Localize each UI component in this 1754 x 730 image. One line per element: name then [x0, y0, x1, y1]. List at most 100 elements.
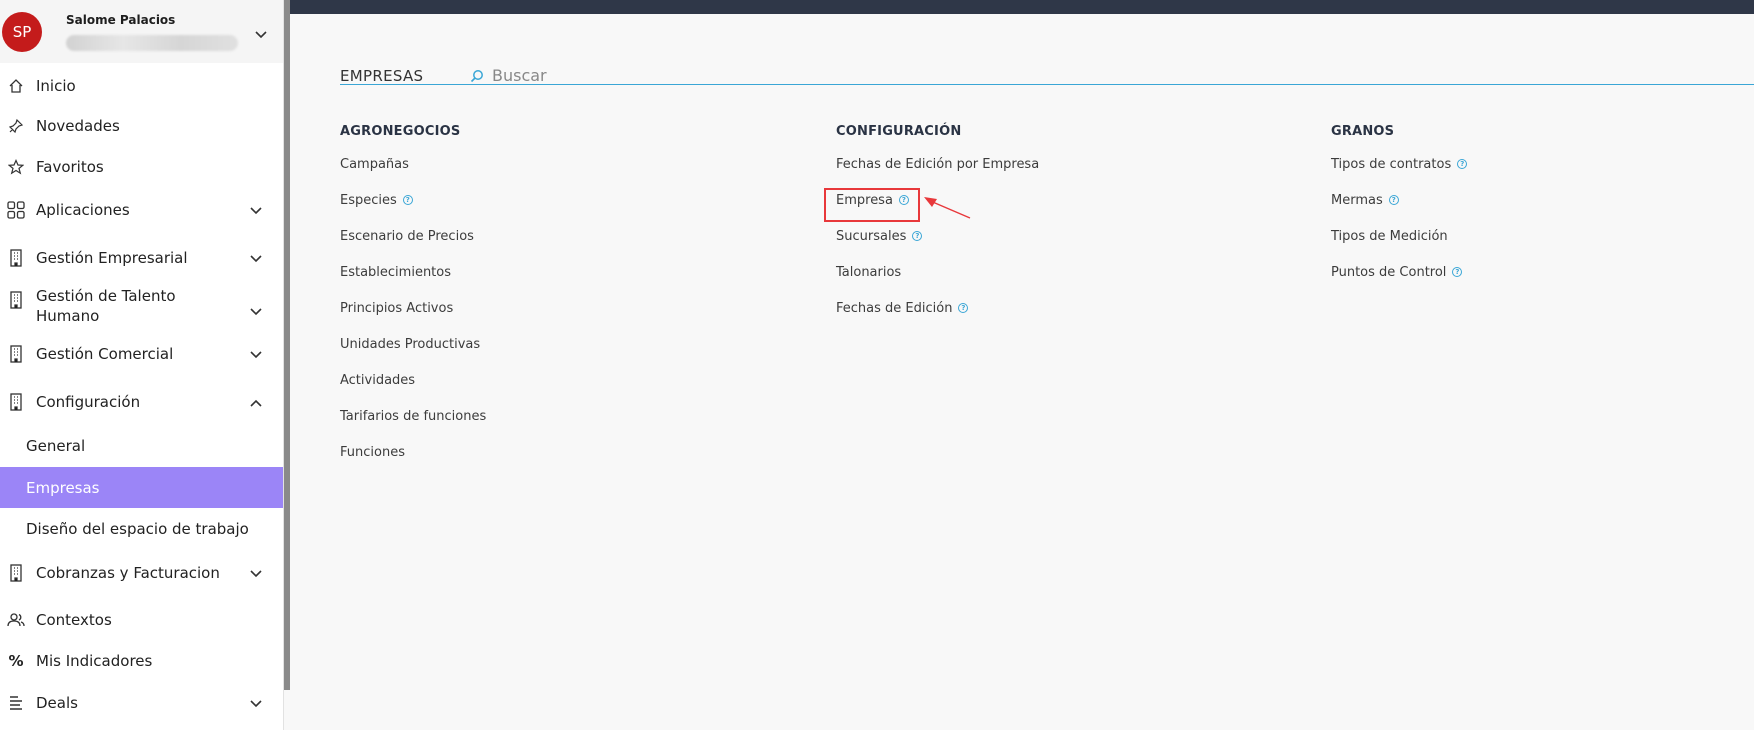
link-sucursales[interactable]: Sucursales? — [836, 216, 1039, 256]
sidebar-item-gestion-empresarial[interactable]: Gestión Empresarial — [0, 244, 283, 272]
chevron-down-icon[interactable] — [250, 249, 262, 267]
sidebar-subitem-empresas[interactable]: Empresas — [0, 467, 283, 508]
help-icon[interactable]: ? — [1388, 195, 1399, 205]
user-name: Salome Palacios — [66, 12, 176, 27]
link-talonarios[interactable]: Talonarios — [836, 252, 1039, 292]
building-icon — [6, 392, 26, 412]
chevron-up-icon[interactable] — [250, 393, 262, 411]
link-especies[interactable]: Especies? — [340, 180, 486, 220]
user-info: Salome Palacios — [66, 13, 238, 51]
sidebar-item-contextos[interactable]: Contextos — [0, 606, 283, 634]
sidebar-item-favoritos[interactable]: Favoritos — [0, 153, 283, 181]
sidebar-item-label: Novedades — [36, 117, 120, 135]
link-puntos-control[interactable]: Puntos de Control? — [1331, 252, 1467, 292]
link-tipos-medicion[interactable]: Tipos de Medición — [1331, 216, 1467, 256]
annotation-highlight-box — [824, 188, 920, 222]
sidebar-item-label: Inicio — [36, 77, 76, 95]
link-label: Escenario de Precios — [340, 228, 474, 244]
link-actividades[interactable]: Actividades — [340, 360, 486, 400]
help-icon[interactable]: ? — [958, 303, 969, 313]
sidebar-item-cobranzas-facturacion[interactable]: Cobranzas y Facturacion — [0, 559, 283, 587]
sidebar-subitem-diseno-espacio-trabajo[interactable]: Diseño del espacio de trabajo — [0, 515, 283, 543]
pin-icon — [6, 116, 26, 136]
sidebar-item-label: Gestión de Talento Humano — [36, 287, 176, 325]
link-tipos-contratos[interactable]: Tipos de contratos? — [1331, 144, 1468, 184]
building-icon — [6, 248, 26, 268]
sidebar-item-label: Mis Indicadores — [36, 652, 153, 670]
link-fechas-edicion-empresa[interactable]: Fechas de Edición por Empresa — [836, 144, 1039, 184]
link-funciones[interactable]: Funciones — [340, 432, 486, 472]
top-bar — [290, 0, 1754, 14]
link-label: Establecimientos — [340, 264, 452, 280]
sidebar-item-aplicaciones[interactable]: Aplicaciones — [0, 196, 283, 224]
sidebar-item-label: Contextos — [36, 611, 112, 629]
sidebar-item-label: Cobranzas y Facturacion — [36, 564, 220, 582]
page-title: EMPRESAS — [340, 67, 424, 85]
link-label: Tipos de Medición — [1331, 228, 1448, 244]
link-escenario-precios[interactable]: Escenario de Precios — [340, 216, 486, 256]
sidebar: SP Salome Palacios Inicio Novedades Favo… — [0, 0, 284, 730]
help-icon[interactable]: ? — [1452, 267, 1463, 277]
sidebar-item-gestion-comercial[interactable]: Gestión Comercial — [0, 340, 283, 368]
sidebar-scrollbar[interactable] — [284, 0, 290, 690]
link-label: Principios Activos — [340, 300, 454, 316]
star-icon — [6, 157, 26, 177]
link-tarifarios-funciones[interactable]: Tarifarios de funciones — [340, 396, 486, 436]
deals-icon — [6, 693, 26, 713]
search-box[interactable]: Buscar — [470, 66, 547, 85]
annotation-arrow-icon — [924, 197, 971, 219]
link-establecimientos[interactable]: Establecimientos — [340, 252, 486, 292]
column-agronegocios: AGRONEGOCIOS Campañas Especies? Escenari… — [340, 124, 486, 472]
help-icon[interactable]: ? — [402, 195, 413, 205]
link-label: Fechas de Edición — [836, 300, 953, 316]
sidebar-item-configuracion[interactable]: Configuración — [0, 388, 283, 416]
link-label: Tipos de contratos — [1331, 156, 1452, 172]
avatar: SP — [2, 11, 42, 52]
link-label: Talonarios — [836, 264, 902, 280]
chevron-down-icon[interactable] — [250, 302, 262, 320]
chevron-down-icon[interactable] — [250, 564, 262, 582]
grid-icon — [6, 200, 26, 220]
sidebar-item-gestion-talento-humano[interactable]: Gestión de Talento Humano — [0, 286, 283, 330]
search-icon — [470, 69, 483, 82]
chevron-down-icon[interactable] — [250, 345, 262, 363]
link-fechas-edicion[interactable]: Fechas de Edición? — [836, 288, 1039, 328]
link-unidades-productivas[interactable]: Unidades Productivas — [340, 324, 486, 364]
sidebar-item-label: Aplicaciones — [36, 201, 130, 219]
sidebar-item-label: Diseño del espacio de trabajo — [26, 520, 249, 538]
link-campanas[interactable]: Campañas — [340, 144, 486, 184]
sidebar-item-deals[interactable]: Deals — [0, 689, 283, 717]
chevron-down-icon[interactable] — [255, 24, 267, 43]
link-mermas[interactable]: Mermas? — [1331, 180, 1467, 220]
link-label: Campañas — [340, 156, 409, 172]
sidebar-item-mis-indicadores[interactable]: % Mis Indicadores — [0, 647, 283, 675]
sidebar-item-label: Gestión Empresarial — [36, 249, 188, 267]
sidebar-item-label: Deals — [36, 694, 78, 712]
column-configuracion: CONFIGURACIÓN Fechas de Edición por Empr… — [836, 124, 1039, 328]
sidebar-item-label: General — [26, 437, 86, 455]
search-placeholder: Buscar — [492, 66, 547, 85]
link-principios-activos[interactable]: Principios Activos — [340, 288, 486, 328]
help-icon[interactable]: ? — [1457, 159, 1468, 169]
sidebar-item-label: Empresas — [26, 478, 100, 497]
sidebar-subitem-general[interactable]: General — [0, 432, 283, 460]
users-icon — [6, 610, 26, 630]
building-icon — [6, 563, 26, 583]
help-icon[interactable]: ? — [912, 231, 923, 241]
sidebar-item-novedades[interactable]: Novedades — [0, 112, 283, 140]
sidebar-item-inicio[interactable]: Inicio — [0, 72, 283, 100]
column-granos: GRANOS Tipos de contratos? Mermas? Tipos… — [1331, 124, 1468, 292]
sidebar-item-label: Gestión Comercial — [36, 345, 174, 363]
building-icon — [6, 344, 26, 364]
link-label: Unidades Productivas — [340, 336, 481, 352]
link-label: Fechas de Edición por Empresa — [836, 156, 1040, 172]
link-label: Actividades — [340, 372, 416, 388]
link-label: Tarifarios de funciones — [340, 408, 487, 424]
user-header[interactable]: SP Salome Palacios — [0, 0, 283, 63]
link-label: Mermas — [1331, 192, 1383, 208]
user-email-redacted — [66, 34, 238, 51]
chevron-down-icon[interactable] — [250, 201, 262, 219]
sidebar-item-label: Configuración — [36, 393, 141, 411]
link-label: Sucursales — [836, 228, 907, 244]
chevron-down-icon[interactable] — [250, 694, 262, 712]
